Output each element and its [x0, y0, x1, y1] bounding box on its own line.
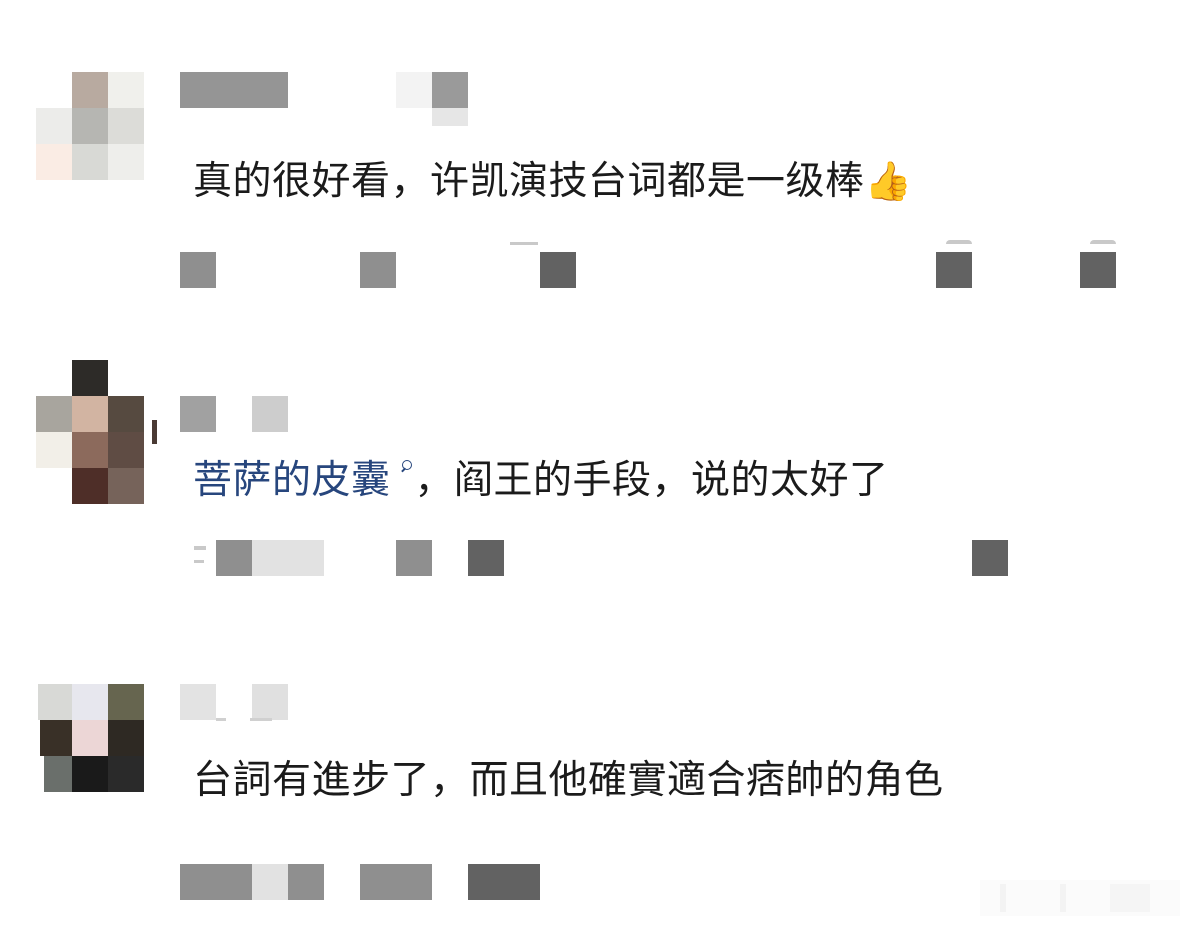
- share-icon[interactable]: [216, 540, 252, 576]
- like-icon[interactable]: [540, 252, 576, 288]
- share-icon[interactable]: [180, 252, 216, 288]
- more-icon[interactable]: [1080, 252, 1116, 288]
- comment-icon[interactable]: [396, 540, 432, 576]
- thumbs-up-icon: 👍: [864, 159, 913, 203]
- search-icon[interactable]: [399, 456, 415, 484]
- comment-icon[interactable]: [360, 252, 396, 288]
- comment-text: 台詞有進步了，而且他確實適合痞帥的角色: [193, 758, 944, 803]
- reply-icon[interactable]: [936, 252, 972, 288]
- comment-icon[interactable]: [360, 864, 432, 900]
- topic-link[interactable]: 菩萨的皮囊: [193, 458, 391, 503]
- comment-text: 菩萨的皮囊 ，阎王的手段，说的太好了: [193, 456, 889, 503]
- comment-text: 真的很好看，许凯演技台词都是一级棒👍: [193, 159, 913, 204]
- like-icon[interactable]: [468, 540, 504, 576]
- like-icon[interactable]: [468, 864, 540, 900]
- reply-icon[interactable]: [972, 540, 1008, 576]
- share-icon[interactable]: [180, 864, 252, 900]
